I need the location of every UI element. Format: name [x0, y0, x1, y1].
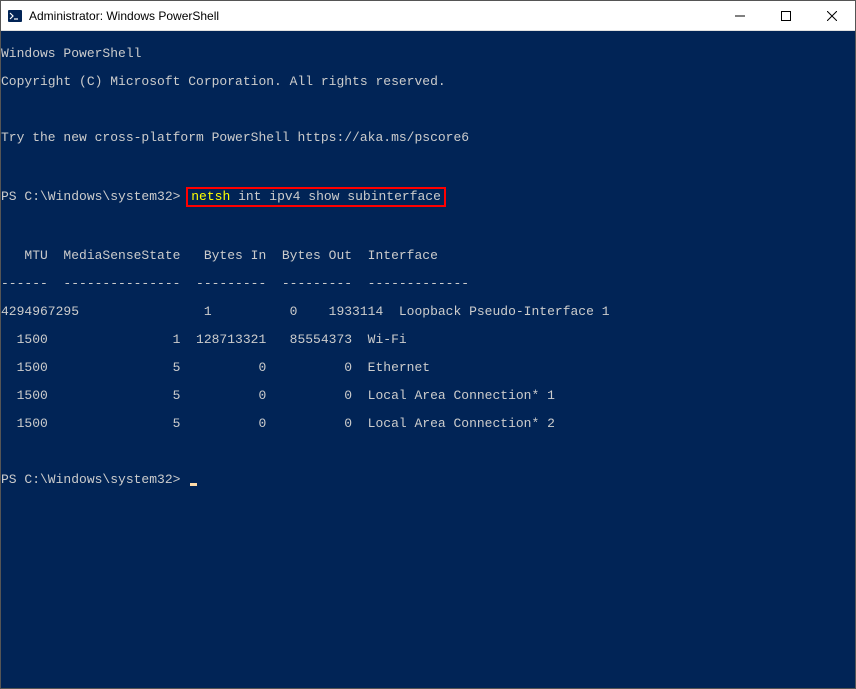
close-button[interactable]	[809, 1, 855, 30]
table-row: 4294967295 1 0 1933114 Loopback Pseudo-I…	[1, 305, 855, 319]
terminal-area[interactable]: Windows PowerShell Copyright (C) Microso…	[1, 31, 855, 688]
maximize-button[interactable]	[763, 1, 809, 30]
table-row: 1500 1 128713321 85554373 Wi-Fi	[1, 333, 855, 347]
table-row: 1500 5 0 0 Local Area Connection* 2	[1, 417, 855, 431]
powershell-window: Administrator: Windows PowerShell Wind	[0, 0, 856, 689]
table-divider: ------ --------------- --------- -------…	[1, 277, 855, 291]
prompt-path: PS C:\Windows\system32>	[1, 189, 180, 204]
banner-line: Copyright (C) Microsoft Corporation. All…	[1, 75, 855, 89]
banner-line: Windows PowerShell	[1, 47, 855, 61]
prompt-line-with-command: PS C:\Windows\system32> netsh int ipv4 s…	[1, 187, 855, 207]
prompt-path: PS C:\Windows\system32>	[1, 472, 180, 487]
window-title: Administrator: Windows PowerShell	[29, 9, 219, 23]
blank-line	[1, 445, 855, 459]
banner-line: Try the new cross-platform PowerShell ht…	[1, 131, 855, 145]
titlebar[interactable]: Administrator: Windows PowerShell	[1, 1, 855, 31]
blank-line	[1, 159, 855, 173]
maximize-icon	[781, 11, 791, 21]
cursor	[190, 483, 197, 486]
command-args: int ipv4 show subinterface	[230, 189, 441, 204]
minimize-icon	[735, 11, 745, 21]
table-header: MTU MediaSenseState Bytes In Bytes Out I…	[1, 249, 855, 263]
close-icon	[827, 11, 837, 21]
blank-line	[1, 103, 855, 117]
command-keyword: netsh	[191, 189, 230, 204]
minimize-button[interactable]	[717, 1, 763, 30]
powershell-icon	[7, 8, 23, 24]
blank-line	[1, 221, 855, 235]
titlebar-controls	[717, 1, 855, 30]
titlebar-left: Administrator: Windows PowerShell	[7, 8, 219, 24]
table-row: 1500 5 0 0 Local Area Connection* 1	[1, 389, 855, 403]
prompt-line-empty: PS C:\Windows\system32>	[1, 473, 855, 487]
table-row: 1500 5 0 0 Ethernet	[1, 361, 855, 375]
command-highlight-box: netsh int ipv4 show subinterface	[186, 187, 446, 207]
